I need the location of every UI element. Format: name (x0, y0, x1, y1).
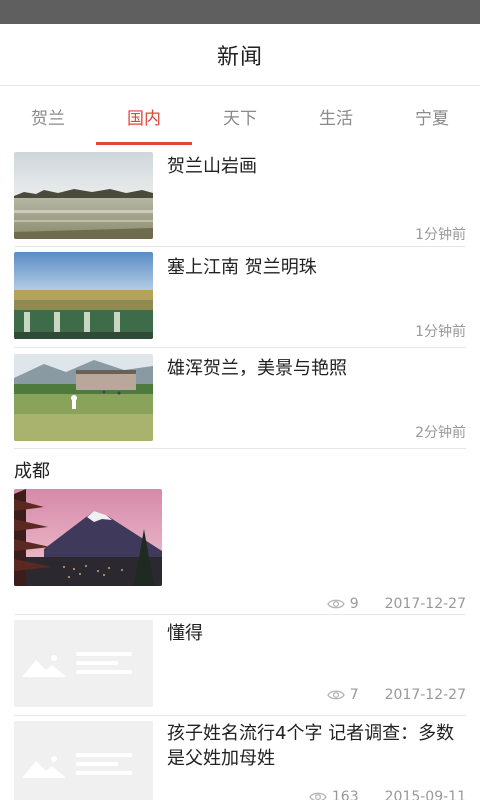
news-feed[interactable]: 贺兰山岩画 1分钟前 塞上江南 贺兰明珠 1分钟前 雄浑贺兰，美景与艳照 2分钟… (0, 145, 480, 800)
news-item[interactable]: 孩子姓名流行4个字 记者调查：多数是父姓加母姓 163 2015-09-11 (14, 716, 466, 800)
view-count-value: 163 (331, 789, 359, 800)
tab-helan[interactable]: 贺兰 (0, 87, 96, 145)
category-tabs: 贺兰 国内 天下 生活 宁夏 (0, 87, 480, 145)
tab-world[interactable]: 天下 (192, 87, 288, 145)
news-title: 雄浑贺兰，美景与艳照 (167, 358, 347, 379)
news-time: 2分钟前 (415, 425, 466, 441)
tab-ningxia[interactable]: 宁夏 (384, 87, 480, 145)
eye-icon (309, 792, 327, 800)
news-title: 懂得 (167, 623, 203, 644)
playground-mountain-thumbnail (14, 354, 153, 441)
tab-life[interactable]: 生活 (288, 87, 384, 145)
view-count-value: 7 (349, 687, 359, 703)
news-date: 2017-12-27 (384, 596, 466, 612)
news-meta: 9 2017-12-27 (326, 596, 466, 612)
feature-news-item[interactable]: 成都 9 2017-12-27 (14, 449, 466, 615)
pagoda-fuji-thumbnail (14, 489, 162, 586)
news-title: 成都 (14, 461, 50, 482)
news-title: 贺兰山岩画 (167, 156, 257, 177)
news-title: 孩子姓名流行4个字 记者调查：多数是父姓加母姓 (167, 723, 455, 769)
news-date: 2017-12-27 (384, 687, 466, 703)
image-placeholder-icon (14, 620, 153, 707)
news-item[interactable]: 懂得 7 2017-12-27 (14, 615, 466, 716)
view-count: 163 (309, 789, 359, 800)
eye-icon (326, 599, 345, 609)
news-item[interactable]: 塞上江南 贺兰明珠 1分钟前 (14, 247, 466, 348)
news-item[interactable]: 雄浑贺兰，美景与艳照 2分钟前 (14, 348, 466, 449)
tab-domestic[interactable]: 国内 (96, 87, 192, 145)
image-placeholder-icon (14, 721, 153, 800)
status-bar (0, 0, 480, 24)
thumbnail-placeholder (14, 721, 153, 800)
thumbnail-placeholder (14, 620, 153, 707)
view-count: 9 (326, 596, 359, 612)
news-date: 2015-09-11 (384, 789, 466, 800)
app-header: 新闻 (0, 24, 480, 86)
view-count-value: 9 (349, 596, 359, 612)
news-time: 1分钟前 (415, 227, 466, 243)
news-meta: 163 2015-09-11 (309, 789, 466, 800)
news-title: 塞上江南 贺兰明珠 (167, 257, 317, 278)
lake-landscape-thumbnail (14, 152, 153, 239)
view-count: 7 (326, 687, 359, 703)
eye-icon (326, 690, 345, 700)
news-item[interactable]: 贺兰山岩画 1分钟前 (14, 150, 466, 247)
news-meta: 7 2017-12-27 (326, 687, 466, 703)
page-title: 新闻 (216, 44, 263, 70)
field-from-train-thumbnail (14, 252, 153, 339)
news-time: 1分钟前 (415, 324, 466, 340)
